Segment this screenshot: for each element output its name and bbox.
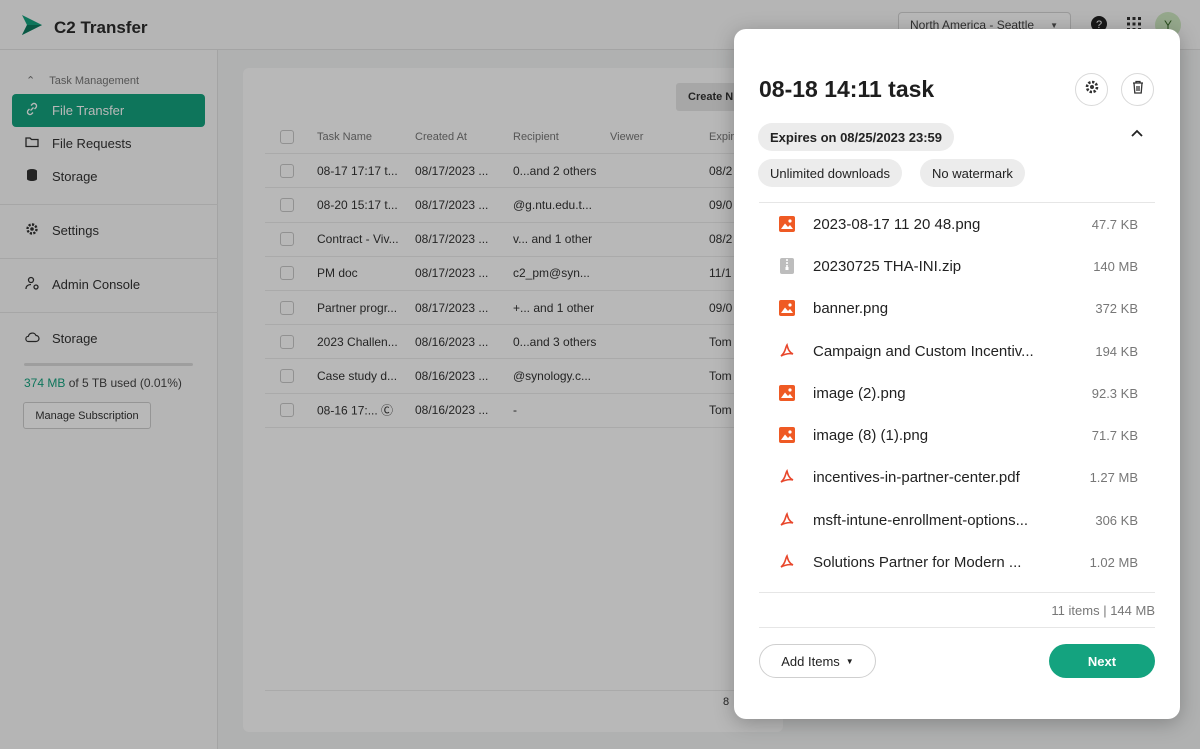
pdf-file-icon (778, 511, 796, 529)
file-row[interactable]: banner.png 372 KB (759, 287, 1155, 329)
file-size: 372 KB (1095, 300, 1138, 316)
file-row[interactable]: Campaign and Custom Incentiv... 194 KB (759, 330, 1155, 372)
chevron-down-icon: ▼ (845, 656, 854, 666)
pdf-file-icon (778, 342, 796, 360)
pdf-file-icon (778, 468, 796, 486)
delete-button[interactable] (1121, 73, 1154, 106)
chevron-up-icon[interactable] (1129, 126, 1145, 142)
next-button[interactable]: Next (1049, 644, 1155, 678)
file-summary: 11 items | 144 MB (1051, 603, 1155, 618)
pdf-file-icon (778, 553, 796, 571)
trash-icon (1129, 78, 1147, 101)
file-size: 47.7 KB (1091, 216, 1138, 232)
file-name: msft-intune-enrollment-options... (813, 511, 1029, 529)
task-details-modal: 08-18 14:11 task Expires on 08/25/2023 2… (734, 29, 1180, 719)
file-row[interactable]: 2023-08-17 11 20 48.png 47.7 KB (759, 203, 1155, 245)
downloads-chip: Unlimited downloads (758, 159, 902, 187)
image-file-icon (778, 384, 796, 402)
add-items-button[interactable]: Add Items ▼ (759, 644, 876, 678)
file-size: 92.3 KB (1091, 385, 1138, 401)
file-row[interactable]: 20230725 THA-INI.zip 140 MB (759, 245, 1155, 287)
image-file-icon (778, 215, 796, 233)
file-size: 194 KB (1095, 343, 1138, 359)
file-row[interactable]: Solutions Partner for Modern ... 1.02 MB (759, 541, 1155, 583)
file-size: 1.27 MB (1089, 469, 1138, 485)
settings-button[interactable] (1075, 73, 1108, 106)
file-name: banner.png (813, 299, 889, 317)
file-name: 2023-08-17 11 20 48.png (813, 215, 981, 233)
file-row[interactable]: msft-intune-enrollment-options... 306 KB (759, 499, 1155, 541)
file-name: 20230725 THA-INI.zip (813, 257, 962, 275)
file-size: 71.7 KB (1091, 427, 1138, 443)
image-file-icon (778, 426, 796, 444)
file-name: Solutions Partner for Modern ... (813, 553, 1022, 571)
file-size: 140 MB (1093, 258, 1138, 274)
expiry-chip: Expires on 08/25/2023 23:59 (758, 123, 955, 151)
file-size: 306 KB (1095, 512, 1138, 528)
zip-file-icon (778, 257, 796, 275)
file-name: incentives-in-partner-center.pdf (813, 468, 1020, 486)
modal-title: 08-18 14:11 task (759, 76, 935, 102)
file-row[interactable]: incentives-in-partner-center.pdf 1.27 MB (759, 456, 1155, 498)
file-size: 1.02 MB (1089, 554, 1138, 570)
gear-icon (1083, 78, 1101, 101)
file-name: image (2).png (813, 384, 906, 402)
watermark-chip: No watermark (920, 159, 1025, 187)
file-name: Campaign and Custom Incentiv... (813, 342, 1034, 360)
image-file-icon (778, 299, 796, 317)
file-row[interactable]: image (8) (1).png 71.7 KB (759, 414, 1155, 456)
file-name: image (8) (1).png (813, 426, 929, 444)
modal-divider (759, 592, 1155, 593)
add-items-label: Add Items (781, 653, 840, 669)
file-row[interactable]: image (2).png 92.3 KB (759, 372, 1155, 414)
modal-divider (759, 627, 1155, 628)
